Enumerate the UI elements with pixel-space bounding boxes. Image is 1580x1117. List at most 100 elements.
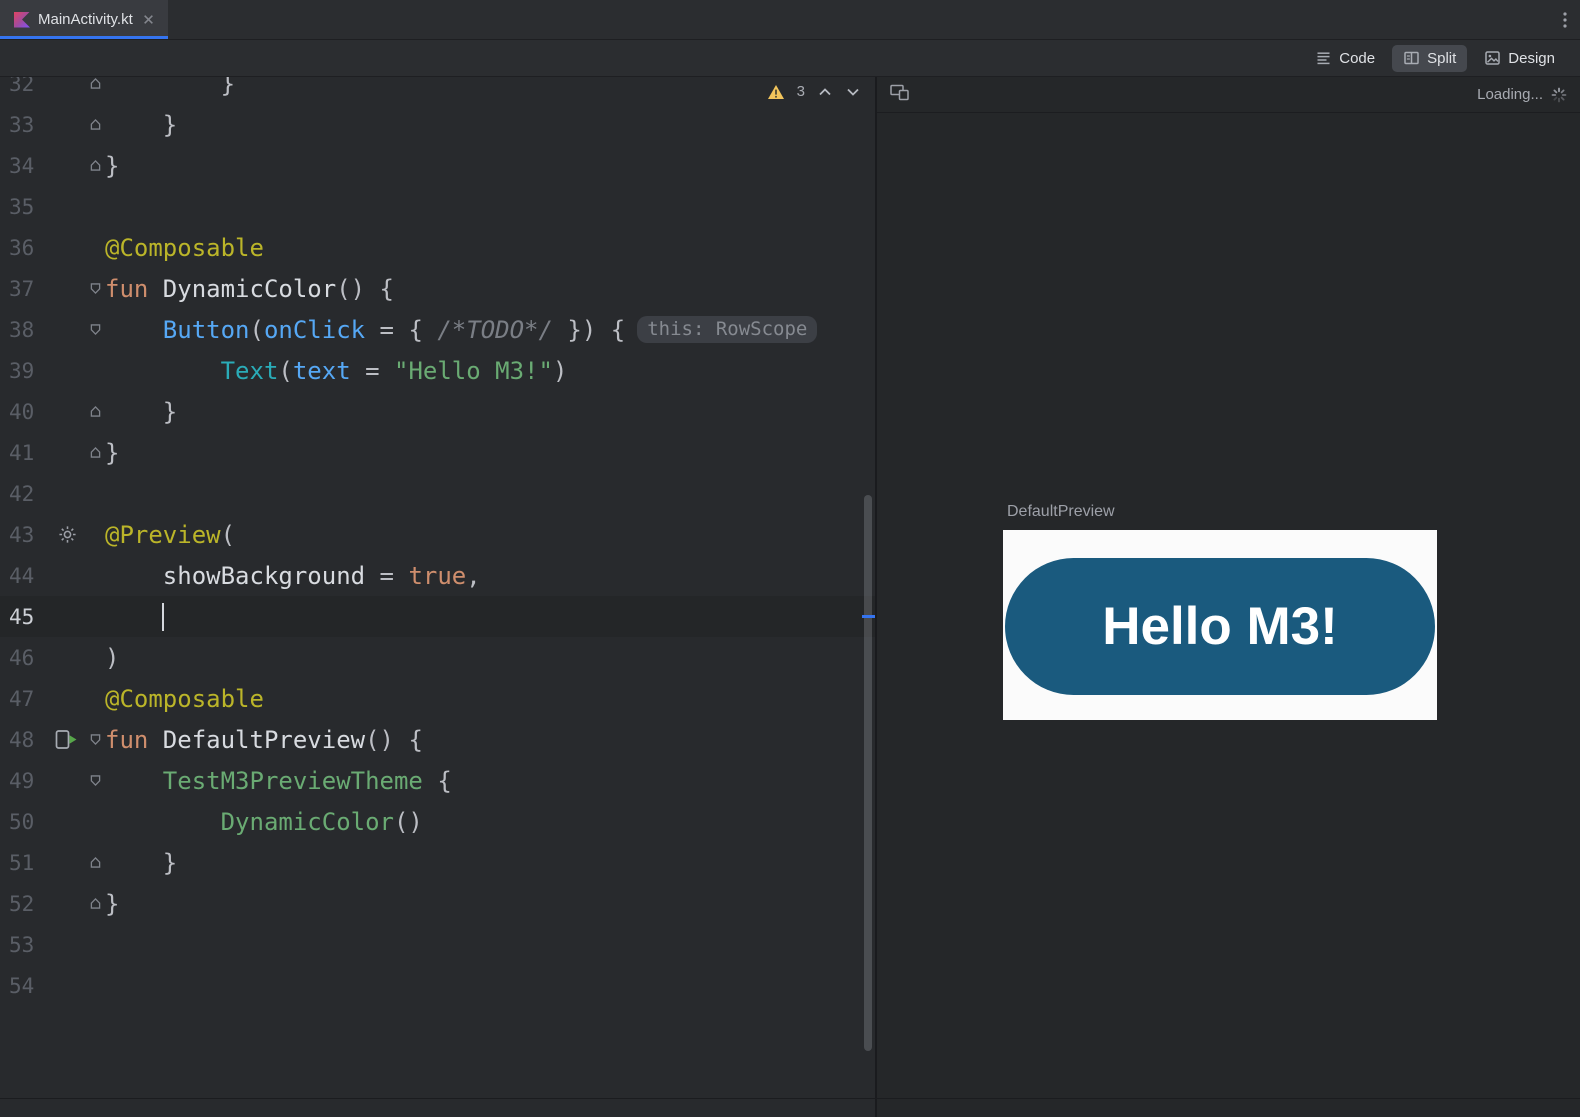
- preview-settings-gear-icon[interactable]: [49, 525, 85, 544]
- fold-end-icon[interactable]: [85, 159, 105, 172]
- code-text: [105, 602, 164, 631]
- code-line-51[interactable]: 51 }: [0, 842, 875, 883]
- line-number: 45: [9, 604, 35, 629]
- fold-start-icon[interactable]: [85, 282, 105, 295]
- editor-tab-bar: MainActivity.kt: [0, 0, 1580, 40]
- code-line-38[interactable]: 38 Button(onClick = { /*TODO*/ }) {this:…: [0, 309, 875, 350]
- code-text: }: [105, 439, 119, 467]
- fold-end-icon[interactable]: [85, 856, 105, 869]
- fold-end-icon[interactable]: [85, 405, 105, 418]
- loading-status: Loading...: [1477, 86, 1567, 103]
- inlay-hint[interactable]: this: RowScope: [637, 316, 818, 343]
- mode-button-code[interactable]: Code: [1304, 45, 1386, 72]
- code-line-41[interactable]: 41}: [0, 432, 875, 473]
- caret-position-marker[interactable]: [862, 615, 875, 618]
- code-line-47[interactable]: 47 @Composable: [0, 678, 875, 719]
- mode-button-split[interactable]: Split: [1392, 44, 1468, 72]
- code-token: ): [552, 356, 568, 385]
- preview-render-card: Hello M3!: [1003, 530, 1437, 720]
- tabbar-overflow-kebab-icon[interactable]: [1562, 10, 1568, 30]
- code-line-53[interactable]: 53: [0, 924, 875, 965]
- code-text: ): [105, 644, 119, 672]
- code-view-icon: [1317, 52, 1330, 65]
- code-token: (): [393, 807, 423, 836]
- inspection-widget[interactable]: 3: [767, 83, 861, 100]
- code-line-33[interactable]: 33 }: [0, 104, 875, 145]
- code-text: showBackground = true,: [105, 562, 481, 590]
- preview-screens-icon[interactable]: [890, 84, 910, 106]
- tab-mainactivity[interactable]: MainActivity.kt: [0, 0, 168, 39]
- code-lines: 32 } 33 } 34} 35 36 @Composable 37 fun DynamicC…: [0, 77, 875, 1006]
- mode-button-split-label: Split: [1427, 49, 1457, 67]
- line-number: 35: [9, 194, 35, 219]
- code-token: () {: [365, 725, 423, 754]
- m3-button-label: Hello M3!: [1102, 597, 1338, 656]
- code-line-40[interactable]: 40 }: [0, 391, 875, 432]
- editor-scrollbar[interactable]: [864, 495, 872, 1051]
- code-line-35[interactable]: 35: [0, 186, 875, 227]
- fold-end-icon[interactable]: [85, 118, 105, 131]
- line-number: 47: [9, 686, 35, 711]
- code-token: /*TODO*/: [437, 315, 553, 344]
- fold-end-icon[interactable]: [85, 77, 105, 90]
- code-token: Button: [162, 315, 250, 344]
- code-token: {: [422, 766, 452, 795]
- code-line-45[interactable]: 45: [0, 596, 875, 637]
- code-line-37[interactable]: 37 fun DynamicColor() {: [0, 268, 875, 309]
- code-token: DynamicColor: [162, 274, 337, 303]
- code-token: (: [278, 356, 293, 385]
- tab-label: MainActivity.kt: [38, 11, 133, 28]
- code-line-42[interactable]: 42: [0, 473, 875, 514]
- spinner-icon: [1551, 87, 1567, 102]
- mode-button-design-label: Design: [1508, 49, 1555, 67]
- code-line-36[interactable]: 36 @Composable: [0, 227, 875, 268]
- chevron-down-icon[interactable]: [845, 85, 861, 99]
- fold-end-icon[interactable]: [85, 897, 105, 910]
- line-number: 33: [9, 112, 35, 137]
- code-line-44[interactable]: 44 showBackground = true,: [0, 555, 875, 596]
- code-line-49[interactable]: 49 TestM3PreviewTheme {: [0, 760, 875, 801]
- code-text: }: [105, 152, 119, 180]
- code-line-50[interactable]: 50 DynamicColor(): [0, 801, 875, 842]
- fold-start-icon[interactable]: [85, 774, 105, 787]
- code-line-43[interactable]: 43 @Preview(: [0, 514, 875, 555]
- code-token: ,: [466, 561, 481, 590]
- code-line-54[interactable]: 54: [0, 965, 875, 1006]
- line-number: 54: [9, 973, 35, 998]
- mode-button-design[interactable]: Design: [1473, 45, 1566, 72]
- code-line-52[interactable]: 52}: [0, 883, 875, 924]
- fold-start-icon[interactable]: [85, 733, 105, 746]
- line-number: 51: [9, 850, 35, 875]
- fold-end-icon[interactable]: [85, 446, 105, 459]
- code-line-34[interactable]: 34}: [0, 145, 875, 186]
- line-number: 36: [9, 235, 35, 260]
- code-text: Text(text = "Hello M3!"): [105, 356, 568, 385]
- line-number: 48: [9, 727, 35, 752]
- line-number: 32: [9, 77, 35, 96]
- code-line-46[interactable]: 46): [0, 637, 875, 678]
- code-text: fun DynamicColor() {: [105, 275, 394, 303]
- run-preview-icon[interactable]: [49, 729, 85, 750]
- code-text: }: [105, 77, 235, 98]
- chevron-up-icon[interactable]: [817, 85, 833, 99]
- code-line-32[interactable]: 32 }: [0, 77, 875, 104]
- code-token: (: [249, 315, 264, 344]
- code-line-48[interactable]: 48 fun DefaultPreview() {: [0, 719, 875, 760]
- code-token: @Preview: [105, 520, 221, 549]
- line-number: 43: [9, 522, 35, 547]
- code-line-39[interactable]: 39 Text(text = "Hello M3!"): [0, 350, 875, 391]
- line-number: 40: [9, 399, 35, 424]
- window-bottom-divider: [0, 1098, 1580, 1099]
- code-token: }: [105, 151, 120, 180]
- split-view: 3 32 } 33 } 34} 35 36 @Composable 37 fun Dynami…: [0, 77, 1580, 1117]
- code-token: ): [105, 643, 120, 672]
- code-token: }) {: [552, 315, 626, 344]
- code-editor-pane[interactable]: 3 32 } 33 } 34} 35 36 @Composable 37 fun Dynami…: [0, 77, 875, 1117]
- compose-preview-pane: Loading... DefaultPreview Hello M3!: [877, 77, 1580, 1117]
- code-token: text: [292, 356, 351, 385]
- tab-close-icon[interactable]: [143, 14, 154, 25]
- fold-start-icon[interactable]: [85, 323, 105, 336]
- code-token: (: [220, 520, 236, 549]
- kotlin-file-icon: [14, 11, 30, 28]
